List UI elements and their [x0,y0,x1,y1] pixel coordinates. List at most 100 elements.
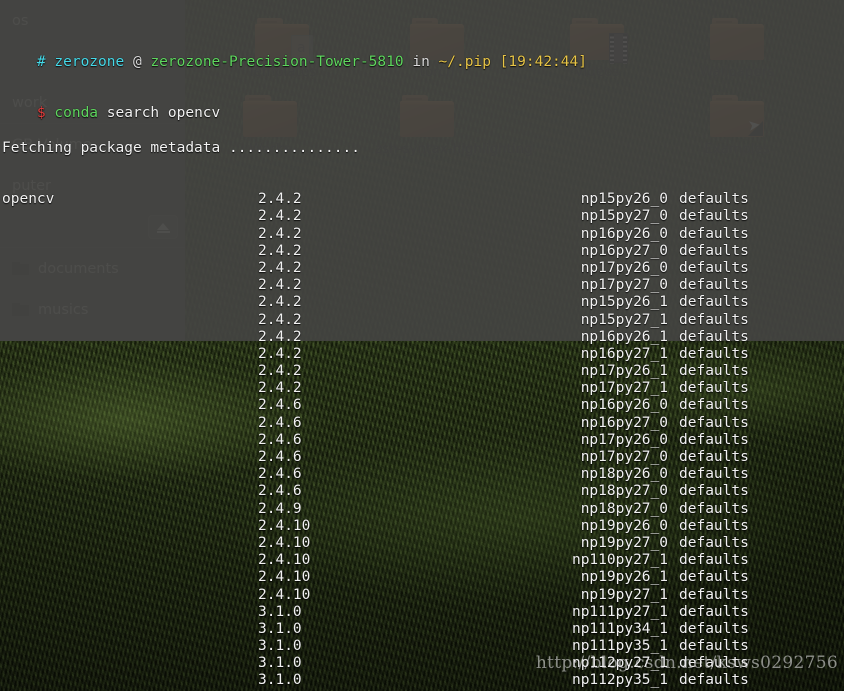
package-row: 3.1.0 np111py34_1 defaults [2,621,844,638]
package-row: 2.4.2 np16py27_1 defaults [2,346,844,363]
package-build-cell: np18py27_0 [580,500,668,517]
package-channel-cell: defaults [679,620,749,637]
package-channel-cell: defaults [679,311,749,328]
package-version-cell: 2.4.10 [258,569,311,586]
package-build-cell: np17py27_0 [580,449,668,465]
package-row: 2.4.6 np18py27_0 defaults [2,483,844,500]
package-build-cell: np15py27_1 [580,311,668,328]
package-version-cell: 3.1.0 [258,672,302,689]
package-row: 3.1.0 np112py35_1 defaults [2,672,844,689]
package-row: 2.4.10 np19py26_0 defaults [2,518,844,535]
prompt-username: zerozone [54,53,125,70]
command-prompt-symbol: $ [36,105,46,122]
package-row: 2.4.2 np15py27_0 defaults [2,208,844,225]
prompt-in-keyword: in [412,53,430,70]
package-version-cell: 2.4.2 [258,345,302,362]
terminal-prompt-line: # zerozone @ zerozone-Precision-Tower-58… [2,36,844,70]
package-row: 2.4.6 np17py27_0 defaults [2,449,844,466]
package-channel-cell: defaults [679,345,749,362]
package-version-cell: 2.4.10 [258,534,311,551]
package-channel-cell: defaults [679,277,749,294]
package-version-cell: 2.4.2 [258,208,302,225]
package-row: 2.4.2 np15py27_1 defaults [2,312,844,329]
package-build-cell: np110py27_1 [571,552,668,569]
package-row: 2.4.2 np16py27_0 defaults [2,243,844,260]
package-channel-cell: defaults [679,363,749,380]
package-channel-cell: defaults [679,483,749,500]
package-row: 2.4.6 np16py26_0 defaults [2,397,844,414]
package-row: 2.4.10 np19py27_1 defaults [2,587,844,604]
package-row: 2.4.10 np19py27_0 defaults [2,535,844,552]
package-results-list: opencv 2.4.2 np15py26_0 defaults 2.4.2 np15py… [2,191,844,691]
package-channel-cell: defaults [679,552,749,569]
package-version-cell: 2.4.2 [258,191,302,208]
package-version-cell: 3.1.0 [258,603,302,620]
package-build-cell: np17py26_0 [580,259,668,276]
package-version-cell: 2.4.2 [258,225,302,242]
package-build-cell: np19py26_1 [580,569,668,586]
package-version-cell: 2.4.2 [258,328,302,345]
package-channel-cell: defaults [679,414,749,431]
package-build-cell: np19py26_0 [580,517,668,534]
package-version-cell: 2.4.2 [258,363,302,380]
package-version-cell: 2.4.2 [258,259,302,276]
package-version-cell: 2.4.10 [258,517,311,534]
package-row: 2.4.6 np18py26_0 defaults [2,466,844,483]
package-version-cell: 3.1.0 [258,620,302,637]
package-channel-cell: defaults [679,191,749,208]
package-build-cell: np18py26_0 [580,466,668,483]
terminal-output[interactable]: # zerozone @ zerozone-Precision-Tower-58… [0,0,844,691]
package-channel-cell: defaults [679,328,749,345]
package-build-cell: np17py27_1 [580,380,668,397]
package-row: 2.4.2 np15py26_1 defaults [2,294,844,311]
package-channel-cell: defaults [679,294,749,311]
package-row: 3.1.0 np111py27_1 defaults [2,604,844,621]
package-channel-cell: defaults [679,672,749,689]
package-row: 2.4.9 np18py27_0 defaults [2,501,844,518]
package-channel-cell: defaults [679,466,749,483]
package-build-cell: np19py27_0 [580,534,668,551]
package-row: 2.4.2 np17py27_1 defaults [2,380,844,397]
package-build-cell: np17py26_1 [580,363,668,380]
package-version-cell: 2.4.9 [258,500,302,517]
package-version-cell: 2.4.2 [258,294,302,311]
package-version-cell: 3.1.0 [258,655,302,672]
package-version-cell: 2.4.6 [258,431,302,448]
fetching-status-line: Fetching package metadata ..............… [2,139,360,156]
package-version-cell: 2.4.2 [258,242,302,259]
package-channel-cell: defaults [679,380,749,397]
package-row: 2.4.2 np16py26_1 defaults [2,329,844,346]
package-version-cell: 3.1.0 [258,638,302,655]
package-row: 2.4.2 np16py26_0 defaults [2,226,844,243]
package-build-cell: np111py27_1 [571,603,668,620]
watermark-text: http://blog.csdn.net/ksws0292756 [535,653,838,673]
command-name: conda [54,105,99,122]
package-row: opencv 2.4.2 np15py26_0 defaults [2,191,844,208]
package-build-cell: np16py26_0 [580,397,668,414]
package-version-cell: 2.4.6 [258,414,302,431]
command-arguments: search opencv [106,105,221,122]
package-build-cell: np15py26_0 [580,191,668,208]
package-version-cell: 2.4.2 [258,380,302,397]
package-version-cell: 2.4.6 [258,483,302,500]
package-version-cell: 2.4.10 [258,552,311,569]
package-version-cell: 2.4.2 [258,311,302,328]
package-channel-cell: defaults [679,603,749,620]
package-channel-cell: defaults [679,397,749,414]
package-version-cell: 2.4.10 [258,586,311,603]
package-version-cell: 2.4.6 [258,397,302,414]
package-build-cell: np18py27_0 [580,483,668,500]
package-build-cell: np17py27_0 [580,277,668,294]
package-row: 2.4.6 np16py27_0 defaults [2,415,844,432]
prompt-hash-symbol: # [36,53,46,70]
package-build-cell: np15py26_1 [580,294,668,311]
package-channel-cell: defaults [679,569,749,586]
package-build-cell: np16py26_1 [580,328,668,345]
package-build-cell: np19py27_1 [580,586,668,603]
package-channel-cell: defaults [679,242,749,259]
package-channel-cell: defaults [679,449,749,465]
package-channel-cell: defaults [679,500,749,517]
terminal-command-line: $ conda search opencv [2,88,844,121]
package-build-cell: np16py27_0 [580,414,668,431]
package-row: 2.4.6 np17py26_0 defaults [2,432,844,449]
